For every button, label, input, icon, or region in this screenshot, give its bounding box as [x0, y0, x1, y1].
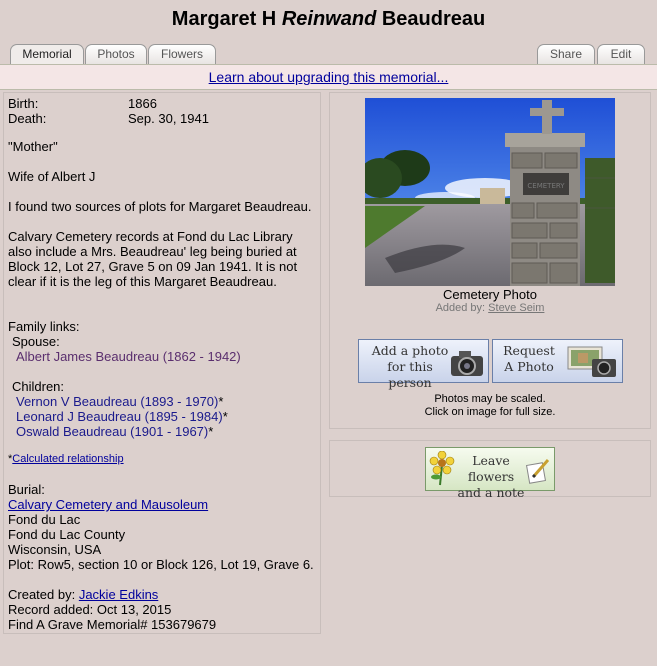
death-value: Sep. 30, 1941: [128, 111, 209, 126]
photo-panel: CEMETERY Cemetery Photo Added by: Steve …: [329, 92, 651, 429]
child-link[interactable]: Vernon V Beaudreau (1893 - 1970): [16, 394, 218, 409]
children-label: Children:: [12, 379, 65, 394]
flowers-panel: Leave flowers and a note: [329, 440, 651, 500]
tab-bar: Memorial Photos Flowers Share Edit: [0, 44, 657, 64]
photo-added-by: Added by: Steve Seim: [330, 302, 650, 314]
birth-row: Birth: 1866: [4, 96, 320, 112]
maiden-name: Reinwand: [281, 8, 377, 30]
child-item: Vernon V Beaudreau (1893 - 1970)*: [16, 394, 223, 409]
photo-click-note: Click on image for full size.: [424, 406, 556, 418]
camera-icon: [451, 351, 483, 376]
burial-state: Wisconsin, USA: [8, 542, 102, 557]
burial-county: Fond du Lac County: [8, 527, 126, 542]
upgrade-link[interactable]: Learn about upgrading this memorial...: [209, 69, 449, 85]
leave-flowers-button[interactable]: Leave flowers and a note: [425, 447, 555, 500]
memorial-details: Birth: 1866 Death: Sep. 30, 1941 "Mother…: [3, 92, 321, 634]
memorial-number: Find A Grave Memorial# 153679679: [8, 617, 217, 632]
add-photo-button[interactable]: Add a photo for this person: [358, 339, 489, 390]
created-label: Created by:: [8, 587, 76, 602]
request-line2: A Photo: [504, 359, 554, 374]
spouse-link[interactable]: Albert James Beaudreau (1862 - 1942): [16, 349, 241, 364]
birth-label: Birth:: [8, 96, 39, 111]
bio-mother: "Mother": [8, 139, 58, 154]
page-title: Margaret H Reinwand Beaudreau: [0, 8, 657, 31]
flower-icon: [429, 451, 455, 486]
burial-label: Burial:: [8, 482, 45, 497]
request-line1: Request: [503, 343, 555, 358]
photo-scale-note: Photos may be scaled.: [434, 393, 546, 405]
death-label: Death:: [8, 111, 47, 126]
photographer-link[interactable]: Steve Seim: [488, 302, 544, 314]
child-item: Oswald Beaudreau (1901 - 1967)*: [16, 424, 213, 439]
request-photo-text: Request A Photo: [497, 343, 561, 375]
note-pencil-icon: [526, 459, 550, 484]
burial-plot: Plot: Row5, section 10 or Block 126, Lot…: [8, 557, 314, 572]
cemetery-link[interactable]: Calvary Cemetery and Mausoleum: [8, 497, 208, 512]
tab-flowers[interactable]: Flowers: [148, 44, 216, 64]
cemetery-photo-image: CEMETERY: [365, 98, 615, 286]
bio-records: Calvary Cemetery records at Fond du Lac …: [8, 229, 298, 289]
relationship-mark: *: [222, 409, 228, 424]
creator-link[interactable]: Jackie Edkins: [79, 587, 158, 602]
flowers-line1: Leave flowers: [467, 453, 515, 484]
relationship-mark: *: [218, 394, 224, 409]
upgrade-banner: Learn about upgrading this memorial...: [0, 64, 657, 90]
tab-edit[interactable]: Edit: [597, 44, 645, 64]
child-item: Leonard J Beaudreau (1895 - 1984)*: [16, 409, 228, 424]
add-photo-line2: for this person: [387, 359, 433, 390]
sign-text: CEMETERY: [527, 182, 565, 190]
birth-value: 1866: [128, 96, 157, 111]
tab-memorial[interactable]: Memorial: [10, 44, 84, 64]
record-added: Record added: Oct 13, 2015: [8, 602, 172, 617]
bio-sources: I found two sources of plots for Margare…: [8, 199, 312, 214]
first-name: Margaret H: [171, 8, 277, 30]
camera-photo-icon: [567, 346, 616, 377]
request-photo-button[interactable]: Request A Photo: [492, 339, 623, 383]
leave-flowers-text: Leave flowers and a note: [456, 453, 526, 501]
relationship-mark: *: [208, 424, 214, 439]
created-by-row: Created by: Jackie Edkins: [8, 587, 158, 602]
spouse-label: Spouse:: [12, 334, 60, 349]
tab-photos[interactable]: Photos: [85, 44, 147, 64]
death-row: Death: Sep. 30, 1941: [4, 111, 320, 127]
tab-share[interactable]: Share: [537, 44, 595, 64]
burial-city: Fond du Lac: [8, 512, 81, 527]
family-heading: Family links:: [8, 319, 80, 334]
last-name: Beaudreau: [381, 8, 486, 30]
bio-wife: Wife of Albert J: [8, 169, 96, 184]
photo-caption: Cemetery Photo: [443, 287, 537, 302]
add-photo-line1: Add a photo: [371, 343, 449, 358]
child-link[interactable]: Leonard J Beaudreau (1895 - 1984): [16, 409, 223, 424]
flowers-line2: and a note: [457, 485, 525, 500]
calculated-relationship-link[interactable]: Calculated relationship: [12, 453, 123, 465]
add-photo-text: Add a photo for this person: [367, 343, 453, 391]
cemetery-photo[interactable]: CEMETERY: [365, 98, 615, 286]
added-by-label: Added by:: [435, 302, 486, 314]
child-link[interactable]: Oswald Beaudreau (1901 - 1967): [16, 424, 208, 439]
